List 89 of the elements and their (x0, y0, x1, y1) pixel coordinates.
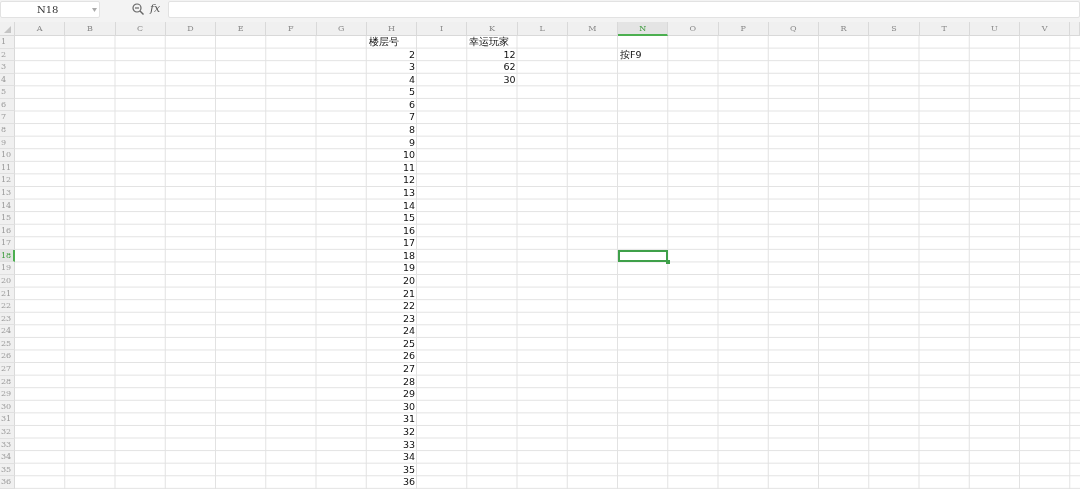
table-cell[interactable]: 2 (366, 48, 417, 62)
table-cell[interactable]: 24 (366, 325, 417, 338)
table-cell[interactable]: 22 (366, 300, 417, 313)
row-header[interactable]: 19 (0, 262, 15, 275)
table-cell[interactable]: 3 (366, 61, 417, 74)
column-header[interactable]: D (165, 22, 216, 36)
column-header[interactable]: I (417, 22, 468, 36)
column-header[interactable] (1070, 22, 1080, 36)
table-cell[interactable]: 按F9 (618, 48, 669, 62)
table-cell[interactable]: 4 (366, 73, 417, 87)
column-header[interactable]: V (1020, 22, 1071, 36)
column-header[interactable]: L (517, 22, 568, 36)
name-box[interactable]: N18 (0, 0, 100, 18)
column-header[interactable]: R (819, 22, 870, 36)
table-cell[interactable]: 62 (467, 61, 518, 74)
table-cell[interactable]: 20 (366, 275, 417, 288)
table-cell[interactable]: 14 (366, 199, 417, 213)
row-header[interactable]: 34 (0, 451, 15, 464)
column-header[interactable]: F (266, 22, 317, 36)
select-all-icon[interactable] (4, 26, 11, 33)
row-header[interactable]: 36 (0, 476, 15, 489)
column-header[interactable]: N (618, 22, 669, 36)
row-header[interactable]: 8 (0, 124, 15, 137)
table-cell[interactable]: 11 (366, 161, 417, 175)
column-header[interactable]: K (467, 22, 518, 36)
column-header[interactable]: A (15, 22, 66, 36)
column-header[interactable]: E (216, 22, 267, 36)
table-cell[interactable]: 8 (366, 124, 417, 137)
row-header[interactable]: 31 (0, 413, 15, 426)
table-cell[interactable]: 9 (366, 136, 417, 150)
column-header[interactable]: M (567, 22, 618, 36)
row-header[interactable]: 3 (0, 61, 15, 74)
table-cell[interactable]: 5 (366, 86, 417, 99)
table-cell[interactable]: 29 (366, 388, 417, 401)
table-cell[interactable]: 21 (366, 287, 417, 301)
column-header[interactable]: T (919, 22, 970, 36)
formula-input-field[interactable] (168, 0, 1080, 18)
column-header[interactable]: P (718, 22, 769, 36)
table-cell[interactable]: 30 (467, 73, 518, 87)
table-cell[interactable]: 7 (366, 111, 417, 125)
table-cell[interactable]: 34 (366, 451, 417, 464)
row-header[interactable]: 22 (0, 300, 15, 313)
fill-handle[interactable] (666, 260, 671, 265)
table-cell[interactable]: 10 (366, 149, 417, 162)
table-cell[interactable]: 16 (366, 224, 417, 238)
column-header[interactable]: U (969, 22, 1020, 36)
zoom-out-icon[interactable] (132, 3, 144, 15)
column-header[interactable]: G (316, 22, 367, 36)
table-cell[interactable]: 23 (366, 312, 417, 326)
column-header[interactable]: B (65, 22, 116, 36)
table-cell[interactable]: 12 (467, 48, 518, 62)
table-cell[interactable]: 19 (366, 262, 417, 275)
function-label[interactable]: fx (150, 2, 166, 16)
row-header[interactable]: 26 (0, 350, 15, 364)
column-header[interactable]: H (366, 22, 417, 36)
row-header[interactable]: 24 (0, 325, 15, 338)
table-cell[interactable]: 26 (366, 350, 417, 364)
table-cell[interactable]: 6 (366, 98, 417, 112)
row-header[interactable]: 7 (0, 111, 15, 125)
row-header[interactable]: 17 (0, 237, 15, 250)
row-header[interactable]: 5 (0, 86, 15, 99)
row-header[interactable]: 29 (0, 388, 15, 401)
table-cell[interactable]: 13 (366, 186, 417, 200)
selected-cell[interactable] (618, 249, 669, 263)
row-header[interactable]: 1 (0, 36, 15, 49)
row-header[interactable]: 15 (0, 212, 15, 225)
table-cell[interactable]: 32 (366, 425, 417, 439)
table-cell[interactable]: 35 (366, 463, 417, 477)
table-cell[interactable]: 17 (366, 237, 417, 250)
row-header[interactable]: 27 (0, 363, 15, 376)
table-cell[interactable]: 18 (366, 249, 417, 263)
column-header[interactable]: C (115, 22, 166, 36)
row-header[interactable]: 12 (0, 174, 15, 187)
table-cell[interactable]: 15 (366, 212, 417, 225)
table-cell[interactable]: 12 (366, 174, 417, 187)
table-cell[interactable]: 30 (366, 400, 417, 414)
column-header[interactable]: O (668, 22, 719, 36)
table-cell[interactable]: 33 (366, 438, 417, 452)
table-cell[interactable]: 幸运玩家 (467, 36, 518, 49)
column-header[interactable]: S (869, 22, 920, 36)
table-cell[interactable]: 28 (366, 375, 417, 389)
row-header[interactable]: 10 (0, 149, 15, 162)
table-cell[interactable]: 25 (366, 337, 417, 351)
column-header[interactable]: Q (768, 22, 819, 36)
dropdown-caret-icon[interactable] (92, 7, 97, 12)
table-cell[interactable]: 36 (366, 476, 417, 489)
table-cell[interactable]: 31 (366, 413, 417, 426)
table-cell[interactable]: 27 (366, 363, 417, 376)
table-cell[interactable]: 楼层号 (366, 36, 417, 49)
